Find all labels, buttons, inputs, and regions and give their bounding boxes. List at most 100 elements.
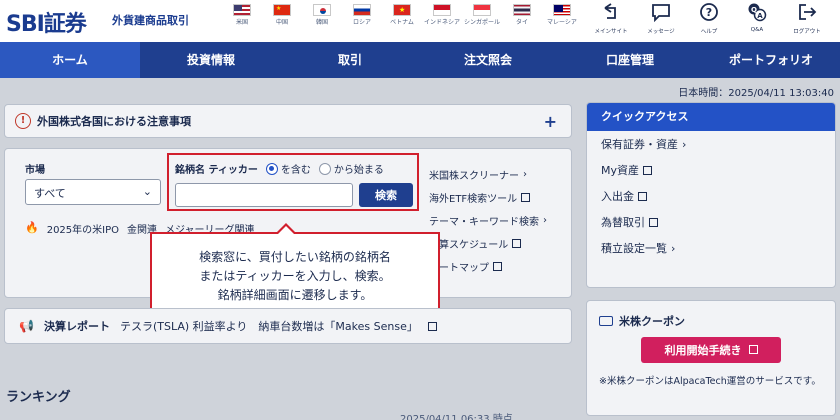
earnings-label: 決算レポート xyxy=(43,320,110,333)
notice-panel[interactable]: ! 外国株式各国における注意事項 + xyxy=(4,104,572,138)
flag-russia[interactable]: ロシア xyxy=(342,4,382,26)
search-field-label: 銘柄名 ティッカー xyxy=(175,165,258,176)
radio-starts-with[interactable]: から始まる xyxy=(318,161,384,176)
market-select[interactable]: すべて ⌄ xyxy=(25,179,161,205)
link-label: 海外ETF検索ツール xyxy=(429,194,518,205)
quick-access-title: クイックアクセス xyxy=(587,103,835,131)
ticker-search-input[interactable] xyxy=(175,183,353,207)
nav-trade[interactable]: 取引 xyxy=(282,42,418,78)
nav-investment-info[interactable]: 投資情報 xyxy=(140,42,282,78)
flag-label: インドネシア xyxy=(423,19,460,26)
top-bar: SBI証券 外貨建商品取引 米国 ★ 中国 韓国 ロシア ★ ベトナム インドネ… xyxy=(0,0,840,42)
coupon-title: 米株クーポン xyxy=(619,315,685,328)
search-callout: 検索窓に、買付したい銘柄の銘柄名 またはティッカーを入力し、検索。 銘柄詳細画面… xyxy=(150,232,440,320)
flag-malaysia[interactable]: マレーシア xyxy=(542,4,582,26)
quick-holdings[interactable]: 保有証券・資産 › xyxy=(587,131,835,157)
flag-us[interactable]: 米国 xyxy=(222,4,262,26)
ranking-title: ランキング xyxy=(6,390,71,405)
expand-icon[interactable]: + xyxy=(544,112,557,131)
quick-item-label: 保有証券・資産 xyxy=(601,138,678,151)
callout-line: 銘柄詳細画面に遷移します。 xyxy=(217,288,373,302)
quick-fx[interactable]: 為替取引 xyxy=(587,209,835,235)
util-message[interactable]: メッセージ xyxy=(638,2,684,35)
util-qa[interactable]: QA Q&A xyxy=(734,2,780,33)
coupon-button-label: 利用開始手続き xyxy=(664,345,742,357)
util-main-site[interactable]: メインサイト xyxy=(588,2,634,35)
message-icon xyxy=(652,4,670,23)
coupon-start-button[interactable]: 利用開始手続き xyxy=(641,337,781,363)
korea-flag-icon xyxy=(313,4,331,16)
flag-label: タイ xyxy=(515,19,528,26)
external-link-icon xyxy=(521,193,531,202)
keyword-ipo[interactable]: 2025年の米IPO xyxy=(47,221,119,236)
market-label: 市場 xyxy=(25,165,45,176)
coupon-icon xyxy=(599,316,613,326)
earnings-headline[interactable]: テスラ(TSLA) 利益率より 納車台数増は「Makes Sense」 xyxy=(120,318,418,334)
link-heatmap[interactable]: ヒートマップ xyxy=(429,255,547,278)
util-label: メインサイト xyxy=(594,29,628,35)
callout-arrow-fill xyxy=(278,226,294,234)
link-label: 米国株スクリーナー xyxy=(429,171,519,182)
thailand-flag-icon xyxy=(513,4,531,16)
megaphone-icon: 📢 xyxy=(19,319,34,333)
quick-my-assets[interactable]: My資産 xyxy=(587,157,835,183)
link-screener[interactable]: 米国株スクリーナー › xyxy=(429,163,547,186)
main-site-icon xyxy=(604,3,616,19)
external-link-icon xyxy=(649,217,658,227)
flag-label: ロシア xyxy=(352,19,371,26)
flag-singapore[interactable]: シンガポール xyxy=(462,4,502,26)
quick-item-label: My資産 xyxy=(601,164,640,177)
flag-vietnam[interactable]: ★ ベトナム xyxy=(382,4,422,26)
radio-contains[interactable]: を含む xyxy=(265,161,311,176)
country-flags: 米国 ★ 中国 韓国 ロシア ★ ベトナム インドネシア シンガポール タイ マ… xyxy=(222,4,582,26)
external-link-icon xyxy=(512,239,522,248)
chevron-right-icon: › xyxy=(671,241,676,255)
util-help[interactable]: ? ヘルプ xyxy=(686,2,732,35)
radio-unselected-icon xyxy=(318,162,331,175)
coupon-note: ※米株クーポンはAlpacaTech運営のサービスです。 xyxy=(599,376,821,387)
chevron-right-icon: › xyxy=(523,169,527,180)
nav-portfolio[interactable]: ポートフォリオ xyxy=(702,42,840,78)
logout-icon xyxy=(799,4,817,20)
quick-item-label: 入出金 xyxy=(601,190,634,203)
flag-label: 米国 xyxy=(235,19,248,26)
coupon-panel: 米株クーポン 利用開始手続き ※米株クーポンはAlpacaTech運営のサービス… xyxy=(586,300,836,416)
brand-logo[interactable]: SBI証券 xyxy=(6,6,87,38)
nav-order-inquiry[interactable]: 注文照会 xyxy=(418,42,558,78)
quick-item-label: 積立設定一覧 xyxy=(601,242,667,255)
svg-text:?: ? xyxy=(706,6,712,19)
warning-icon: ! xyxy=(15,113,31,129)
flag-china[interactable]: ★ 中国 xyxy=(262,4,302,26)
link-label: テーマ・キーワード検索 xyxy=(429,217,539,228)
vietnam-flag-icon: ★ xyxy=(393,4,411,16)
link-theme-search[interactable]: テーマ・キーワード検索 › xyxy=(429,209,547,232)
external-link-icon xyxy=(643,165,653,175)
japan-time: 日本時間：2025/04/11 13:03:40 xyxy=(678,88,834,99)
util-label: メッセージ xyxy=(647,29,675,35)
flag-indonesia[interactable]: インドネシア xyxy=(422,4,462,26)
indonesia-flag-icon xyxy=(433,4,451,16)
link-earnings-schedule[interactable]: 決算スケジュール xyxy=(429,232,547,255)
util-logout[interactable]: ログアウト xyxy=(784,2,830,35)
flag-thailand[interactable]: タイ xyxy=(502,4,542,26)
us-flag-icon xyxy=(233,4,251,16)
singapore-flag-icon xyxy=(473,4,491,16)
external-link-icon xyxy=(638,191,647,201)
quick-savings-plan[interactable]: 積立設定一覧 › xyxy=(587,235,835,261)
external-link-icon xyxy=(493,262,502,271)
util-label: ヘルプ xyxy=(700,29,718,35)
quick-deposit[interactable]: 入出金 xyxy=(587,183,835,209)
flag-label: 韓国 xyxy=(315,19,328,26)
nav-home[interactable]: ホーム xyxy=(0,42,140,78)
flag-label: シンガポール xyxy=(463,19,500,26)
callout-line: またはティッカーを入力し、検索。 xyxy=(199,269,391,283)
flag-korea[interactable]: 韓国 xyxy=(302,4,342,26)
russia-flag-icon xyxy=(353,4,371,16)
nav-account[interactable]: 口座管理 xyxy=(558,42,702,78)
chevron-right-icon: › xyxy=(682,137,687,151)
ranking-timestamp: 2025/04/11 06:33 時点 xyxy=(400,414,513,420)
link-label: 決算スケジュール xyxy=(429,240,509,251)
qa-icon: QA xyxy=(748,3,767,22)
link-etf-search[interactable]: 海外ETF検索ツール xyxy=(429,186,547,209)
search-button[interactable]: 検索 xyxy=(359,183,413,207)
